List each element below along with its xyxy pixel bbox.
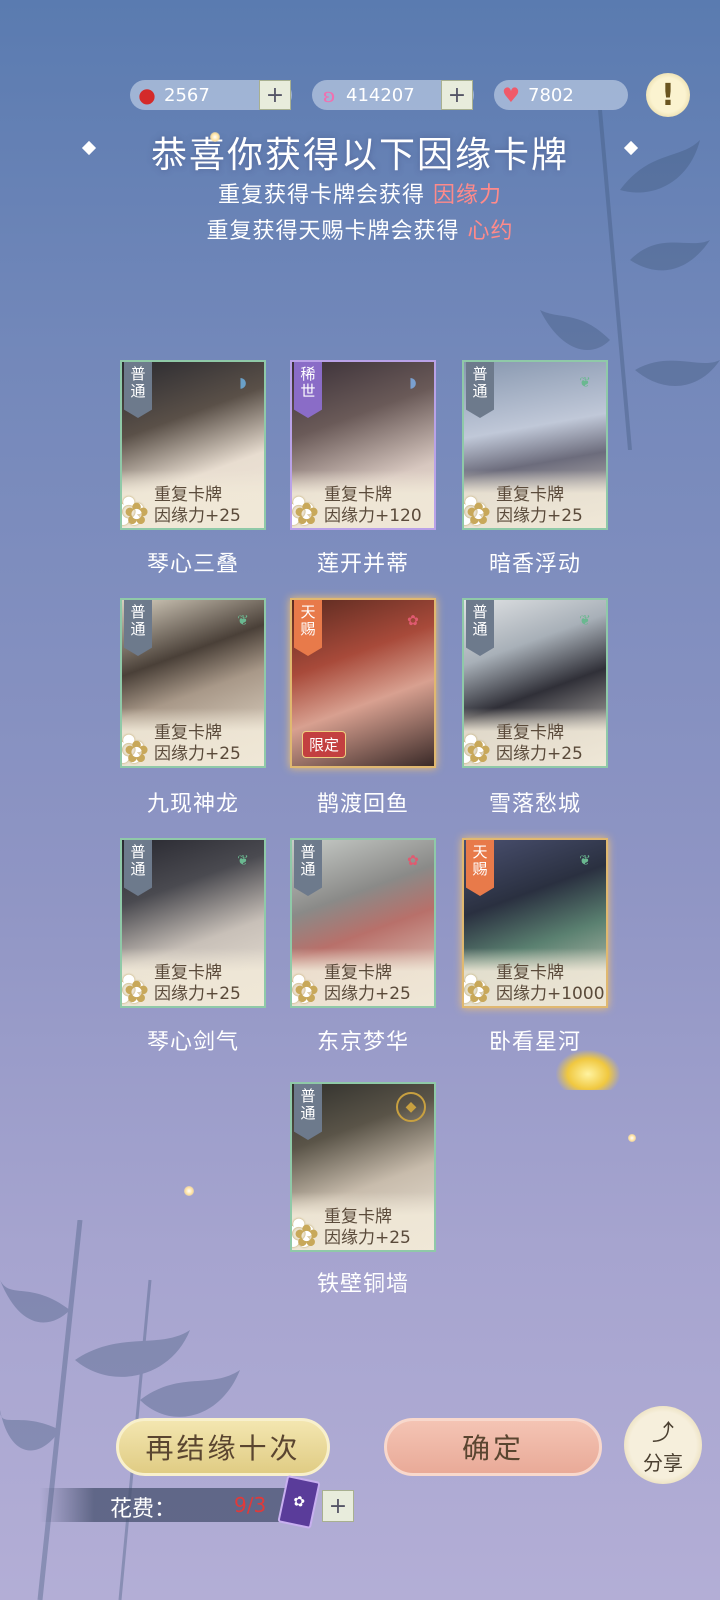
rarity-tag: 普通	[124, 600, 152, 656]
highlight-text: 因缘力	[433, 183, 503, 208]
card[interactable]: 稀世 ◗ 重复卡牌 因缘力+120 ✿ ✿	[290, 360, 436, 530]
coin-icon: ◆	[396, 1092, 426, 1122]
blossom-icon: ✿	[124, 975, 150, 1008]
hearts-value: 7802	[528, 84, 574, 106]
card[interactable]: 普通 ◗ 重复卡牌 因缘力+25 ✿ ✿	[120, 360, 266, 530]
sparkle-decoration	[184, 1186, 194, 1196]
card[interactable]: 普通 ◆ 重复卡牌 因缘力+25 ✿ ✿	[290, 1082, 436, 1252]
blossom-icon: ✿	[124, 497, 150, 530]
card-name: 雪落愁城	[488, 792, 581, 817]
butterfly-icon: ʚ	[322, 83, 336, 107]
lotus-lantern-decoration	[556, 1050, 620, 1090]
red-bean-icon: ●	[138, 83, 156, 107]
ticket-icon: ✿	[277, 1474, 321, 1530]
limited-badge: 限定	[302, 731, 347, 758]
beans-add-button[interactable]: +	[259, 80, 291, 110]
add-ticket-button[interactable]: +	[322, 1490, 354, 1522]
leaf-icon: ❦	[579, 613, 591, 629]
card[interactable]: 普通 ❦ 重复卡牌 因缘力+25 ✿ ✿	[120, 598, 266, 768]
blossom-icon: ✿	[407, 853, 419, 869]
currency-butterfly: ʚ 414207 +	[312, 80, 474, 110]
rarity-tag: 天赐	[294, 600, 322, 656]
blossom-icon: ✿	[466, 497, 492, 530]
rarity-tag: 稀世	[294, 362, 322, 418]
sparkle-decoration	[628, 1134, 636, 1142]
leaf-icon: ❦	[237, 613, 249, 629]
card-name: 九现神龙	[146, 792, 239, 817]
share-label: 分享	[643, 1450, 683, 1475]
card[interactable]: 普通 ✿ 重复卡牌 因缘力+25 ✿ ✿	[290, 838, 436, 1008]
rarity-tag: 普通	[294, 1084, 322, 1140]
duplicate-hint-1: 重复获得卡牌会获得 因缘力	[217, 183, 503, 208]
leaf-icon: ❦	[579, 853, 591, 869]
retry-ten-button[interactable]: 再结缘十次	[116, 1418, 330, 1476]
butterfly-add-button[interactable]: +	[441, 80, 473, 110]
fan-icon: ◗	[239, 375, 247, 391]
fan-icon: ◗	[409, 375, 417, 391]
card[interactable]: 普通 ❦ 重复卡牌 因缘力+25 ✿ ✿	[462, 360, 608, 530]
cost-label: 花费：	[110, 1497, 177, 1522]
rarity-tag: 普通	[124, 840, 152, 896]
leaf-icon: ❦	[237, 853, 249, 869]
share-button[interactable]: ⤴ 分享	[624, 1406, 702, 1484]
alert-icon[interactable]: !	[646, 73, 690, 117]
card-name: 东京梦华	[316, 1030, 409, 1055]
rarity-tag: 普通	[466, 600, 494, 656]
rarity-tag: 普通	[124, 362, 152, 418]
rarity-tag: 普通	[466, 362, 494, 418]
card-name: 琴心三叠	[146, 552, 239, 577]
confirm-button[interactable]: 确定	[384, 1418, 602, 1476]
card[interactable]: 天赐 ✿ 限定	[290, 598, 436, 768]
page-title: 恭喜你获得以下因缘卡牌	[150, 135, 569, 176]
sparkle-decoration	[210, 132, 220, 142]
cost-value: 9/3	[234, 1493, 267, 1517]
highlight-text: 心约	[467, 219, 514, 244]
card-name: 琴心剑气	[146, 1030, 239, 1055]
currency-beans: ● 2567 +	[130, 80, 292, 110]
share-icon: ⤴	[651, 1420, 674, 1446]
card[interactable]: 普通 ❦ 重复卡牌 因缘力+25 ✿ ✿	[120, 838, 266, 1008]
currency-hearts: ♥ 7802	[494, 80, 628, 110]
bamboo-decoration-bottom	[0, 1220, 240, 1600]
butterfly-value: 414207	[346, 84, 415, 106]
card[interactable]: 天赐 ❦ 重复卡牌 因缘力+1000 ✿ ✿	[462, 838, 608, 1008]
blossom-icon: ✿	[294, 1219, 320, 1252]
duplicate-hint-2: 重复获得天赐卡牌会获得 心约	[206, 219, 514, 244]
beans-value: 2567	[164, 84, 210, 106]
blossom-icon: ✿	[294, 497, 320, 530]
card-name: 暗香浮动	[488, 552, 581, 577]
blossom-icon: ✿	[407, 613, 419, 629]
blossom-icon: ✿	[294, 975, 320, 1008]
blossom-icon: ✿	[466, 975, 492, 1008]
heart-icon: ♥	[502, 83, 520, 107]
rarity-tag: 普通	[294, 840, 322, 896]
leaf-icon: ❦	[579, 375, 591, 391]
blossom-icon: ✿	[124, 735, 150, 768]
card-name: 铁壁铜墙	[316, 1272, 409, 1297]
card-name: 鹊渡回鱼	[316, 792, 409, 817]
card-name: 莲开并蒂	[316, 552, 409, 577]
card[interactable]: 普通 ❦ 重复卡牌 因缘力+25 ✿ ✿	[462, 598, 608, 768]
blossom-icon: ✿	[466, 735, 492, 768]
rarity-tag: 天赐	[466, 840, 494, 896]
